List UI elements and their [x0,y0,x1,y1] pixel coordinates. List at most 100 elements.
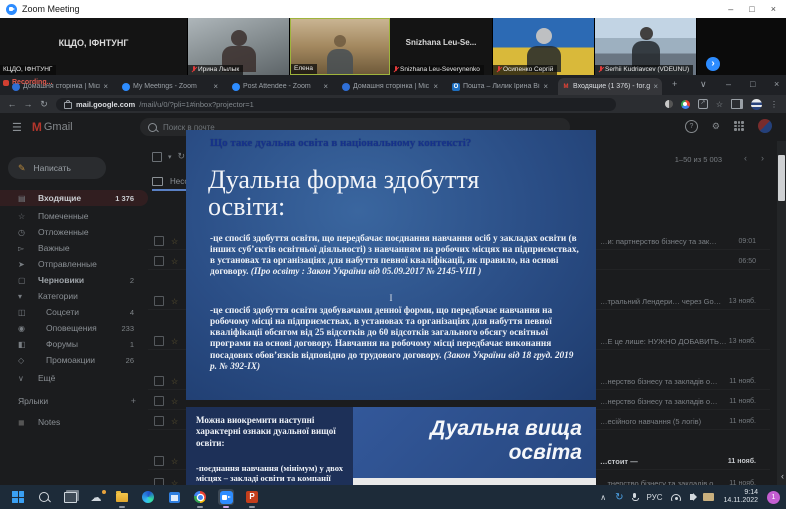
hamburger-menu-icon[interactable]: ☰ [12,121,22,134]
forward-button[interactable]: → [20,99,36,109]
star-icon[interactable]: ☆ [171,457,178,466]
checkbox-icon[interactable] [154,478,164,485]
participant-tile-active-speaker[interactable]: Елена [290,18,390,75]
sidebar-item-forums[interactable]: ◧ Форумы 1 [0,336,148,352]
refresh-icon[interactable]: ↻ [178,151,186,162]
edge-icon[interactable] [140,489,156,505]
side-panel-icon[interactable] [731,99,743,109]
add-label-icon[interactable]: + [131,396,136,406]
zoom-app-icon[interactable] [218,489,234,508]
browser-minimize-button[interactable]: – [726,79,731,89]
google-apps-grid-icon[interactable] [734,121,744,131]
taskbar-clock[interactable]: 9:14 14.11.2022 [723,489,758,505]
sync-icon[interactable]: ↻ [615,492,623,503]
participant-tile[interactable]: Ирина Лылык [188,18,290,75]
sidebar-item-promotions[interactable]: ◇ Промоакции 26 [0,352,148,368]
browser-tab[interactable]: O Пошта – Лилик Ірина Вікт × [448,78,552,95]
maximize-button[interactable]: □ [749,0,754,18]
extension-colorful-icon[interactable] [680,99,690,109]
tab-close-icon[interactable]: × [653,82,658,91]
browser-menu-icon[interactable]: ⋮ [770,100,778,109]
browser-tab-active[interactable]: M Входящие (1 376) - for.go × [558,78,662,95]
task-view-icon[interactable] [62,489,78,505]
sidebar-item-starred[interactable]: ☆ Помеченные [0,208,148,224]
newer-page-icon[interactable]: ‹ [744,153,747,163]
participant-tile[interactable]: Snizhana Leu-Se... Snizhana Leu-Severyne… [390,18,493,75]
browser-tab[interactable]: Post Attendee - Zoom × [228,78,332,95]
star-icon[interactable]: ☆ [171,397,178,406]
compose-button[interactable]: ✎ Написать [8,157,106,179]
tab-close-icon[interactable]: × [213,82,218,91]
scrollbar-thumb[interactable] [778,155,785,201]
back-button[interactable]: ← [4,99,20,109]
select-all-checkbox[interactable] [152,151,162,162]
sidebar-item-more[interactable]: ∨ Ещё [0,370,148,386]
checkbox-icon[interactable] [154,456,164,466]
language-indicator[interactable]: РУС [646,493,662,502]
sidebar-item-drafts[interactable]: ▢ Черновики 2 [0,272,148,288]
participant-tile[interactable]: КЦДО, ІФНТУНГ КЦДО, ІФНТУНГ [0,18,188,75]
tab-close-icon[interactable]: × [323,82,328,91]
taskbar-search-icon[interactable] [36,489,52,505]
file-explorer-icon[interactable] [114,489,130,508]
tab-close-icon[interactable]: × [543,82,548,91]
tab-search-chevron-icon[interactable]: ∨ [700,79,707,90]
chrome-icon[interactable] [192,489,208,508]
browser-tab[interactable]: My Meetings - Zoom × [118,78,222,95]
sidebar-item-updates[interactable]: ◉ Оповещения 233 [0,320,148,336]
star-icon[interactable]: ☆ [171,337,178,346]
star-icon[interactable]: ☆ [171,257,178,266]
sidebar-item-sent[interactable]: ➤ Отправленные [0,256,148,272]
tray-mic-icon[interactable] [632,493,640,501]
checkbox-icon[interactable] [154,376,164,386]
sidebar-item-snoozed[interactable]: ◷ Отложенные [0,224,148,240]
extension-icon[interactable] [664,100,673,108]
browser-maximize-button[interactable]: □ [750,79,755,89]
notification-badge[interactable]: 1 [767,490,780,504]
checkbox-icon[interactable] [154,416,164,426]
weather-widget-icon[interactable]: ☁ [88,489,106,505]
bookmark-star-icon[interactable]: ☆ [716,100,723,109]
wifi-icon[interactable] [671,493,682,501]
next-participants-button[interactable]: › [706,57,720,71]
reload-button[interactable]: ↻ [36,99,52,110]
checkbox-icon[interactable] [154,336,164,346]
sidebar-item-categories[interactable]: ▾ Категории [0,288,148,304]
gmail-account-avatar[interactable] [758,119,772,133]
browser-profile-avatar[interactable] [751,98,762,110]
start-button[interactable] [10,489,26,505]
star-icon[interactable]: ☆ [171,297,178,306]
side-panel-collapse-icon[interactable]: ‹ [781,471,784,481]
sidebar-item-important[interactable]: ▻ Важные [0,240,148,256]
star-icon[interactable]: ☆ [171,237,178,246]
help-icon[interactable]: ? [684,119,698,133]
sidebar-item-social[interactable]: ◫ Соцсети 4 [0,304,148,320]
browser-tab[interactable]: Домашня сторінка | Міс × [338,78,442,95]
older-page-icon[interactable]: › [761,153,764,163]
new-tab-button[interactable]: + [672,79,677,89]
checkbox-icon[interactable] [154,256,164,266]
tray-chevron-up-icon[interactable]: ∧ [600,493,606,502]
speaker-icon[interactable] [690,492,698,501]
checkbox-icon[interactable] [154,236,164,246]
tab-close-icon[interactable]: × [433,82,438,91]
checkbox-icon[interactable] [154,396,164,406]
sidebar-item-notes-label[interactable]: ◼ Notes [0,414,148,430]
tray-folder-icon[interactable] [703,493,715,501]
select-caret-icon[interactable]: ▾ [168,153,172,161]
star-icon[interactable]: ☆ [171,417,178,426]
microsoft-store-icon[interactable] [166,489,182,505]
tab-close-icon[interactable]: × [103,82,108,91]
browser-close-button[interactable]: × [774,79,779,89]
settings-gear-icon[interactable]: ⚙ [712,121,720,132]
close-button[interactable]: × [771,0,776,18]
address-bar[interactable]: mail.google.com /mail/u/0/?pli=1#inbox?p… [56,97,616,111]
minimize-button[interactable]: – [728,0,733,18]
checkbox-icon[interactable] [154,296,164,306]
share-icon[interactable]: ↗ [697,99,708,109]
powerpoint-icon[interactable]: P [244,489,260,508]
star-icon[interactable]: ☆ [171,377,178,386]
participant-tile[interactable]: Осипенко Сергій [493,18,595,75]
sidebar-item-inbox[interactable]: ▤ Входящие 1 376 [0,190,148,206]
participant-tile[interactable]: Serhii Kudriavcev (VDEUNU) [595,18,697,75]
